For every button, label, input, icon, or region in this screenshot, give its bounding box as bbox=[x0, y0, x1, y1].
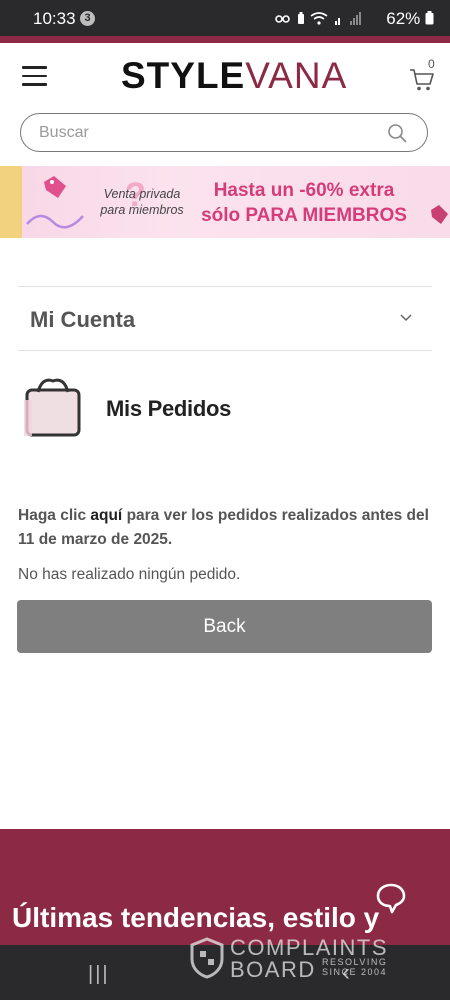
logo-vana-text: VANA bbox=[245, 55, 348, 96]
mi-cuenta-dropdown[interactable]: Mi Cuenta bbox=[18, 288, 432, 348]
notification-count-badge: 3 bbox=[80, 11, 95, 26]
hamburger-menu-icon[interactable] bbox=[22, 66, 47, 86]
search-icon[interactable] bbox=[387, 123, 407, 143]
no-orders-message: No has realizado ningún pedido. bbox=[18, 566, 241, 583]
ribbon-decoration-icon bbox=[26, 214, 84, 229]
stylevana-logo[interactable]: STYLEVANA bbox=[121, 55, 347, 97]
chevron-down-icon bbox=[400, 314, 412, 322]
watermark-line2: BOARD bbox=[230, 957, 316, 982]
logo-style-text: STYLE bbox=[121, 55, 246, 96]
divider bbox=[18, 350, 432, 351]
banner-headline: Hasta un -60% extra sólo PARA MIEMBROS bbox=[201, 180, 407, 226]
signal-icon bbox=[334, 12, 361, 26]
chat-icon[interactable] bbox=[375, 882, 407, 914]
back-button[interactable]: Back bbox=[17, 600, 432, 653]
recent-apps-icon[interactable]: ||| bbox=[88, 963, 110, 986]
wifi-icon bbox=[310, 12, 328, 25]
banner-decoration bbox=[0, 166, 22, 238]
shield-logo-icon bbox=[190, 937, 224, 979]
complaintsboard-watermark: COMPLAINTS BOARD RESOLVING SINCE 2004 bbox=[190, 935, 410, 985]
accent-line bbox=[0, 36, 450, 43]
search-input[interactable] bbox=[37, 121, 371, 145]
footer-tagline: Últimas tendencias, estilo y bbox=[12, 902, 380, 933]
price-tag-icon bbox=[44, 176, 66, 198]
aqui-link[interactable]: aquí bbox=[90, 507, 122, 524]
shopping-bag-icon bbox=[24, 378, 81, 437]
status-time: 10:33 bbox=[33, 9, 76, 28]
divider bbox=[18, 286, 432, 287]
watermark-line3: RESOLVING SINCE 2004 bbox=[322, 957, 388, 977]
info-prefix: Haga clic bbox=[18, 507, 87, 524]
orders-info-text: Haga clic aquí para ver los pedidos real… bbox=[18, 504, 436, 552]
banner-small-text: Venta privada para miembros bbox=[100, 187, 184, 217]
mi-cuenta-title: Mi Cuenta bbox=[30, 307, 136, 332]
search-bar bbox=[20, 113, 428, 152]
mis-pedidos-title: Mis Pedidos bbox=[106, 396, 232, 421]
price-tag-icon-right bbox=[431, 205, 448, 224]
promo-banner[interactable]: ? Venta privada para miembros Hasta un -… bbox=[0, 166, 450, 238]
site-header: STYLEVANA 0 bbox=[0, 43, 450, 108]
battery-percent: 62% bbox=[386, 9, 421, 28]
key-icon bbox=[275, 14, 290, 23]
cart-icon[interactable] bbox=[409, 68, 435, 92]
status-icons bbox=[275, 10, 362, 26]
status-bar: 10:33 3 62% bbox=[0, 0, 450, 36]
cart-count-badge: 0 bbox=[428, 57, 435, 71]
battery-icon bbox=[425, 11, 434, 25]
battery-indicator: 62% bbox=[386, 9, 434, 29]
battery-saver-icon bbox=[297, 12, 304, 25]
